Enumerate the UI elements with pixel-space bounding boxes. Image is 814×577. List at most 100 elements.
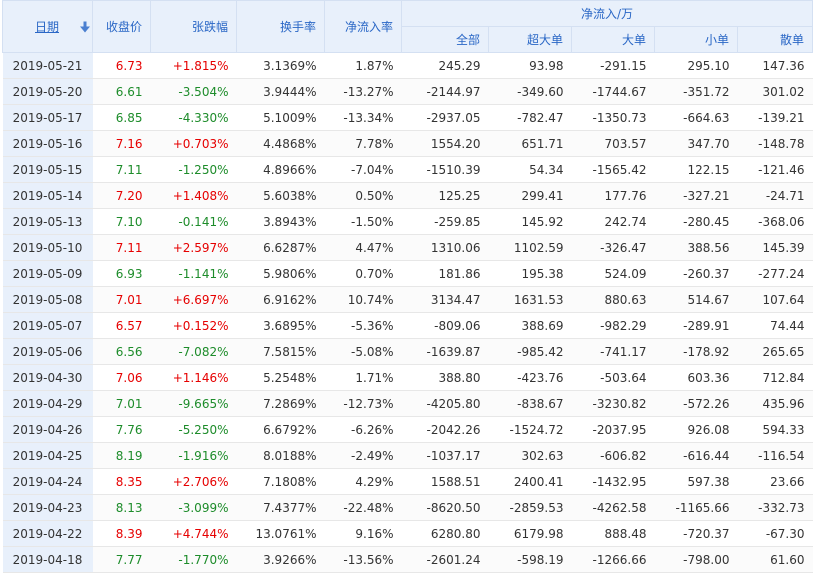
net-inflow-small-cell: -327.21 bbox=[654, 182, 738, 209]
table-row: 2019-04-26 7.76 -5.250% 6.6792% -6.26% -2042.… bbox=[2, 416, 813, 443]
net-inflow-retail-cell: 301.02 bbox=[737, 78, 813, 105]
net-inflow-rate-cell: -13.34% bbox=[324, 104, 402, 131]
column-header-turnover[interactable]: 换手率 bbox=[236, 0, 325, 53]
change-pct-cell: -7.082% bbox=[150, 338, 237, 365]
turnover-cell: 3.8943% bbox=[236, 208, 325, 235]
date-cell: 2019-05-09 bbox=[2, 260, 93, 287]
net-inflow-rate-cell: 1.87% bbox=[324, 52, 402, 79]
net-inflow-small-cell: 597.38 bbox=[654, 468, 738, 495]
change-pct-cell: +1.815% bbox=[150, 52, 237, 79]
column-header-xlarge[interactable]: 超大单 bbox=[488, 26, 572, 53]
change-pct-cell: +4.744% bbox=[150, 520, 237, 547]
net-inflow-small-cell: 122.15 bbox=[654, 156, 738, 183]
column-group-net-inflow: 净流入/万 bbox=[401, 0, 813, 27]
close-price-cell: 6.73 bbox=[92, 52, 151, 79]
close-price-cell: 6.56 bbox=[92, 338, 151, 365]
turnover-cell: 6.6792% bbox=[236, 416, 325, 443]
date-header-label[interactable]: 日期 bbox=[35, 20, 59, 34]
column-header-small[interactable]: 小单 bbox=[654, 26, 738, 53]
date-cell: 2019-04-30 bbox=[2, 364, 93, 391]
close-price-cell: 8.19 bbox=[92, 442, 151, 469]
net-inflow-large-cell: -606.82 bbox=[571, 442, 655, 469]
net-inflow-small-cell: 388.56 bbox=[654, 234, 738, 261]
table-row: 2019-05-07 6.57 +0.152% 3.6895% -5.36% -809.0… bbox=[2, 312, 813, 339]
change-pct-cell: -0.141% bbox=[150, 208, 237, 235]
net-inflow-small-cell: -720.37 bbox=[654, 520, 738, 547]
net-inflow-small-cell: -798.00 bbox=[654, 546, 738, 573]
net-inflow-xlarge-cell: 1631.53 bbox=[488, 286, 572, 313]
change-pct-cell: -9.665% bbox=[150, 390, 237, 417]
column-header-change[interactable]: 张跌幅 bbox=[150, 0, 237, 53]
net-inflow-all-cell: -8620.50 bbox=[401, 494, 489, 521]
date-cell: 2019-05-08 bbox=[2, 286, 93, 313]
change-pct-cell: -1.250% bbox=[150, 156, 237, 183]
turnover-cell: 3.6895% bbox=[236, 312, 325, 339]
close-price-cell: 7.11 bbox=[92, 156, 151, 183]
net-inflow-xlarge-cell: 302.63 bbox=[488, 442, 572, 469]
net-inflow-all-cell: -809.06 bbox=[401, 312, 489, 339]
net-inflow-large-cell: 703.57 bbox=[571, 130, 655, 157]
net-inflow-rate-cell: 1.71% bbox=[324, 364, 402, 391]
table-row: 2019-05-16 7.16 +0.703% 4.4868% 7.78% 1554.20… bbox=[2, 130, 813, 157]
column-header-close[interactable]: 收盘价 bbox=[92, 0, 151, 53]
table-body: 2019-05-21 6.73 +1.815% 3.1369% 1.87% 245.29 9… bbox=[2, 52, 813, 573]
table-row: 2019-04-22 8.39 +4.744% 13.0761% 9.16% 6280.8… bbox=[2, 520, 813, 547]
net-inflow-rate-cell: -1.50% bbox=[324, 208, 402, 235]
table-row: 2019-04-23 8.13 -3.099% 7.4377% -22.48% -8620… bbox=[2, 494, 813, 521]
close-price-cell: 6.93 bbox=[92, 260, 151, 287]
turnover-cell: 3.9266% bbox=[236, 546, 325, 573]
table-row: 2019-05-10 7.11 +2.597% 6.6287% 4.47% 1310.06… bbox=[2, 234, 813, 261]
column-header-date[interactable]: 日期 bbox=[2, 0, 93, 53]
net-inflow-small-cell: -178.92 bbox=[654, 338, 738, 365]
column-header-all[interactable]: 全部 bbox=[401, 26, 489, 53]
net-inflow-large-cell: -1565.42 bbox=[571, 156, 655, 183]
table-row: 2019-05-15 7.11 -1.250% 4.8966% -7.04% -1510.… bbox=[2, 156, 813, 183]
column-header-net-inflow-rate[interactable]: 净流入率 bbox=[324, 0, 402, 53]
net-inflow-large-cell: -741.17 bbox=[571, 338, 655, 365]
table-row: 2019-05-09 6.93 -1.141% 5.9806% 0.70% 181.86 1… bbox=[2, 260, 813, 287]
turnover-cell: 6.6287% bbox=[236, 234, 325, 261]
net-inflow-large-cell: 177.76 bbox=[571, 182, 655, 209]
change-pct-cell: -3.504% bbox=[150, 78, 237, 105]
change-pct-cell: +1.146% bbox=[150, 364, 237, 391]
change-pct-cell: +0.152% bbox=[150, 312, 237, 339]
change-pct-cell: +0.703% bbox=[150, 130, 237, 157]
date-cell: 2019-04-29 bbox=[2, 390, 93, 417]
net-inflow-large-cell: -326.47 bbox=[571, 234, 655, 261]
net-inflow-xlarge-cell: 195.38 bbox=[488, 260, 572, 287]
date-cell: 2019-05-15 bbox=[2, 156, 93, 183]
net-inflow-xlarge-cell: -349.60 bbox=[488, 78, 572, 105]
turnover-cell: 3.9444% bbox=[236, 78, 325, 105]
close-price-cell: 7.10 bbox=[92, 208, 151, 235]
table-row: 2019-05-17 6.85 -4.330% 5.1009% -13.34% -2937… bbox=[2, 104, 813, 131]
date-cell: 2019-05-21 bbox=[2, 52, 93, 79]
net-inflow-all-cell: -2937.05 bbox=[401, 104, 489, 131]
net-inflow-retail-cell: -148.78 bbox=[737, 130, 813, 157]
date-cell: 2019-05-17 bbox=[2, 104, 93, 131]
net-inflow-retail-cell: 23.66 bbox=[737, 468, 813, 495]
net-inflow-rate-cell: -5.36% bbox=[324, 312, 402, 339]
net-inflow-small-cell: -351.72 bbox=[654, 78, 738, 105]
net-inflow-large-cell: -982.29 bbox=[571, 312, 655, 339]
net-inflow-rate-cell: -2.49% bbox=[324, 442, 402, 469]
net-inflow-rate-cell: 4.29% bbox=[324, 468, 402, 495]
table-row: 2019-05-06 6.56 -7.082% 7.5815% -5.08% -1639.… bbox=[2, 338, 813, 365]
net-inflow-xlarge-cell: 651.71 bbox=[488, 130, 572, 157]
net-inflow-xlarge-cell: 93.98 bbox=[488, 52, 572, 79]
net-inflow-small-cell: -280.45 bbox=[654, 208, 738, 235]
turnover-cell: 13.0761% bbox=[236, 520, 325, 547]
net-inflow-retail-cell: -139.21 bbox=[737, 104, 813, 131]
net-inflow-retail-cell: -332.73 bbox=[737, 494, 813, 521]
turnover-cell: 8.0188% bbox=[236, 442, 325, 469]
close-price-cell: 8.39 bbox=[92, 520, 151, 547]
net-inflow-retail-cell: -121.46 bbox=[737, 156, 813, 183]
turnover-cell: 7.1808% bbox=[236, 468, 325, 495]
column-header-large[interactable]: 大单 bbox=[571, 26, 655, 53]
close-price-cell: 6.57 bbox=[92, 312, 151, 339]
date-cell: 2019-05-13 bbox=[2, 208, 93, 235]
net-inflow-all-cell: 245.29 bbox=[401, 52, 489, 79]
column-header-retail[interactable]: 散单 bbox=[737, 26, 813, 53]
net-inflow-large-cell: -2037.95 bbox=[571, 416, 655, 443]
sort-descending-icon[interactable] bbox=[80, 21, 90, 32]
net-inflow-small-cell: 603.36 bbox=[654, 364, 738, 391]
